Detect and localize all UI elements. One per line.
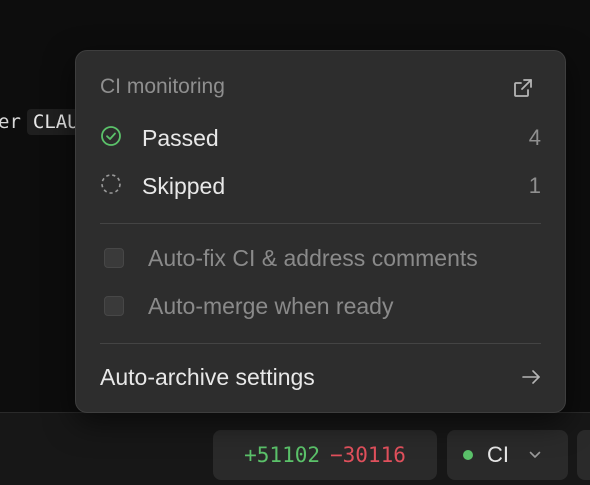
diff-stats-button[interactable]: +51102 −30116	[213, 430, 437, 480]
check-label: Skipped	[142, 172, 226, 199]
toolbar-button-partial[interactable]	[577, 430, 590, 480]
chevron-down-icon	[529, 451, 541, 459]
editor-code-snippet: er CLAU	[0, 107, 85, 137]
ci-status-button[interactable]: CI	[447, 430, 568, 480]
check-label: Passed	[142, 124, 219, 151]
ci-monitoring-popover: CI monitoring Passed 4 Skipped 1 Auto-fi	[75, 50, 566, 413]
deletions-count: −30116	[330, 443, 406, 467]
settings-label: Auto-archive settings	[100, 363, 315, 390]
check-row-passed[interactable]: Passed 4	[100, 118, 541, 158]
auto-merge-checkbox[interactable]	[104, 296, 124, 316]
check-count: 1	[528, 173, 541, 198]
additions-count: +51102	[244, 443, 320, 467]
divider	[100, 343, 541, 344]
external-link-icon[interactable]	[512, 77, 534, 99]
dashed-circle-icon	[100, 173, 122, 200]
ci-status-dot-icon	[463, 450, 473, 460]
ci-label: CI	[487, 442, 509, 467]
editor-text: er	[0, 111, 21, 133]
option-label: Auto-fix CI & address comments	[148, 244, 478, 271]
auto-fix-checkbox[interactable]	[104, 248, 124, 268]
auto-archive-settings-link[interactable]: Auto-archive settings	[100, 357, 541, 397]
popover-title: CI monitoring	[100, 75, 225, 98]
check-circle-icon	[100, 125, 122, 152]
option-auto-merge[interactable]: Auto-merge when ready	[104, 286, 541, 326]
divider	[100, 223, 541, 224]
check-row-skipped[interactable]: Skipped 1	[100, 166, 541, 206]
arrow-right-icon	[521, 369, 541, 385]
option-auto-fix[interactable]: Auto-fix CI & address comments	[104, 238, 541, 278]
option-label: Auto-merge when ready	[148, 292, 394, 319]
check-count: 4	[528, 125, 541, 150]
